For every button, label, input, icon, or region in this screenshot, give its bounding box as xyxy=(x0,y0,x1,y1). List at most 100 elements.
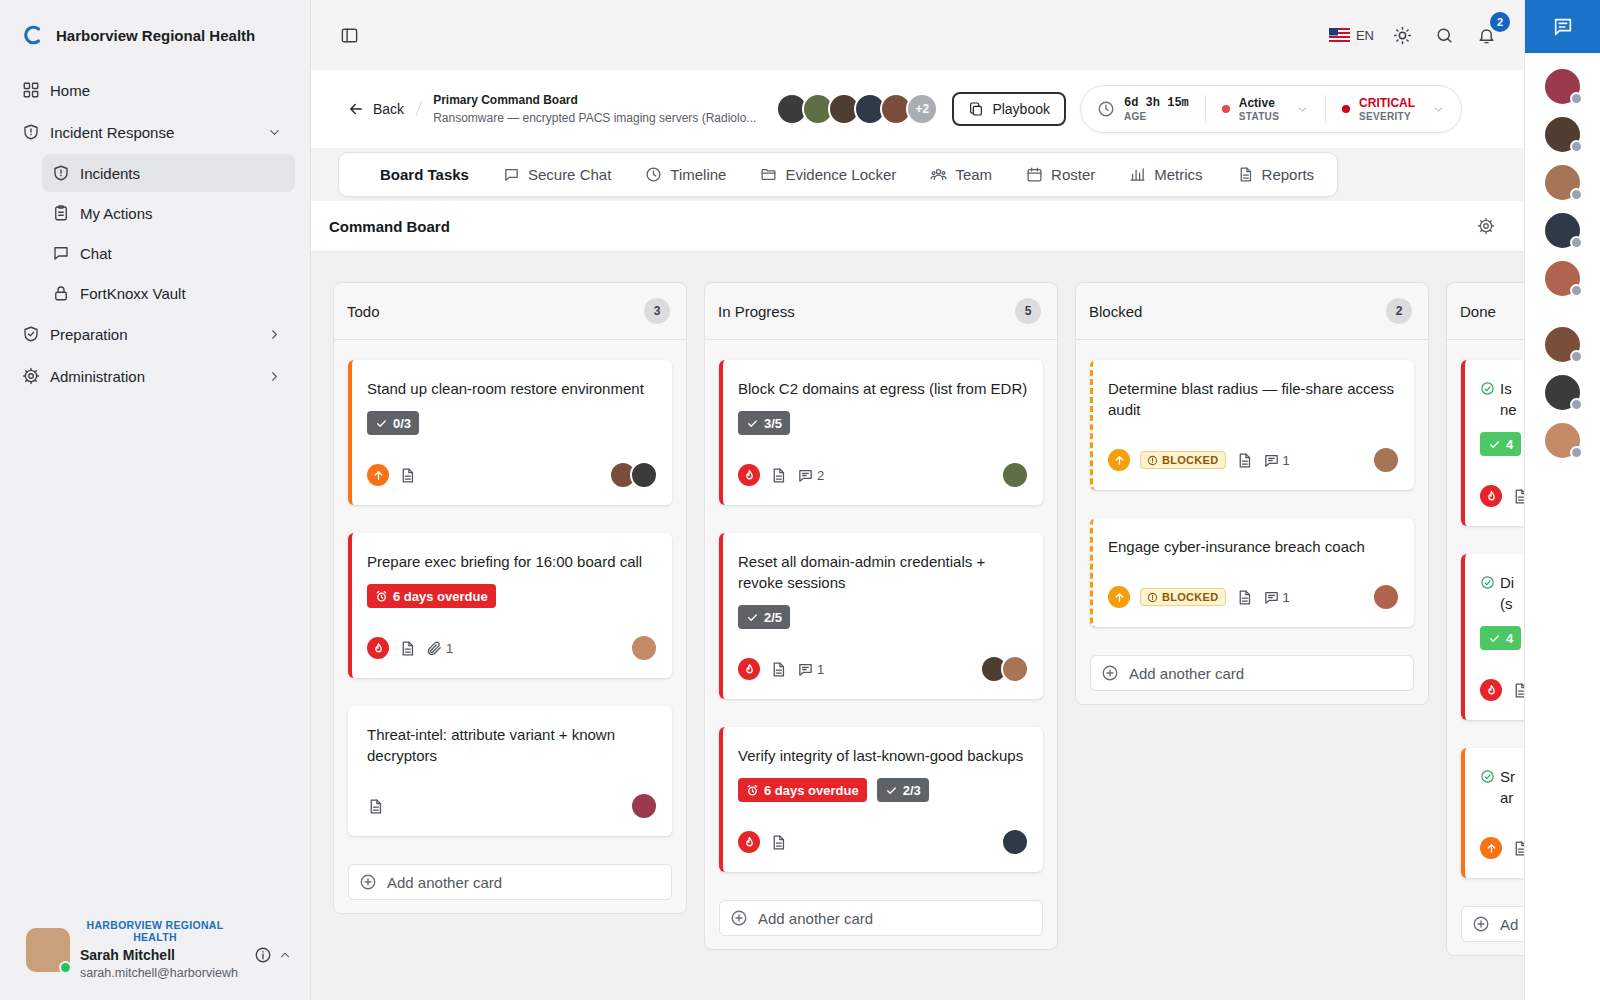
user-card[interactable]: HARBORVIEW REGIONAL HEALTH Sarah Mitchel… xyxy=(0,919,310,1000)
sidebar-label: Incidents xyxy=(80,165,140,182)
tab[interactable]: Timeline xyxy=(628,157,743,192)
home-icon xyxy=(22,81,40,99)
logo-icon xyxy=(22,24,44,46)
sidebar-item[interactable]: Home xyxy=(10,70,300,110)
card-title: Block C2 domains at egress (list from ED… xyxy=(738,378,1029,399)
task-card[interactable]: Block C2 domains at egress (list from ED… xyxy=(719,360,1043,505)
doc-icon xyxy=(770,467,787,484)
arrow-up-icon xyxy=(372,469,385,482)
shield-check-icon xyxy=(22,325,40,343)
task-card[interactable]: Verify integrity of last-known-good back… xyxy=(719,727,1043,872)
notifications-button[interactable]: 2 xyxy=(1472,21,1500,49)
chat-toggle[interactable] xyxy=(1525,0,1600,53)
presence-rail xyxy=(1524,0,1600,1000)
card-title: Stand up clean-room restore environment xyxy=(367,378,658,399)
priority-indicator xyxy=(1108,586,1130,608)
tab[interactable]: Roster xyxy=(1009,157,1112,192)
card-assignees xyxy=(1008,461,1029,489)
sidebar-item[interactable]: Administration xyxy=(10,356,300,396)
playbook-button[interactable]: Playbook xyxy=(952,92,1066,126)
avatar[interactable] xyxy=(1001,828,1029,856)
status-select[interactable]: Active STATUS xyxy=(1222,96,1309,122)
board-settings-button[interactable] xyxy=(1472,212,1500,240)
user-avatar[interactable] xyxy=(1543,325,1582,364)
task-card[interactable]: Threat-intel: attribute variant + known … xyxy=(348,706,672,836)
more-members[interactable]: +2 xyxy=(906,93,938,125)
avatar[interactable] xyxy=(630,792,658,820)
presence-dot xyxy=(1570,446,1583,459)
info-icon xyxy=(254,946,272,964)
tabs: Board Tasks Secure Chat Timeline Evidenc… xyxy=(338,152,1338,197)
tab[interactable]: Metrics xyxy=(1112,157,1219,192)
tab[interactable]: Team xyxy=(913,157,1009,192)
sidebar-item[interactable]: Preparation xyxy=(10,314,300,354)
comment-icon xyxy=(797,661,814,678)
sidebar-toggle[interactable] xyxy=(335,21,363,49)
board-column: Blocked 2 Determine blast radius — file-… xyxy=(1075,282,1429,705)
avatar[interactable] xyxy=(1001,655,1029,683)
user-avatar[interactable] xyxy=(1543,163,1582,202)
notification-badge: 2 xyxy=(1490,12,1510,32)
task-card[interactable]: Prepare exec briefing for 16:00 board ca… xyxy=(348,533,672,678)
column-title: Blocked xyxy=(1089,303,1142,320)
breadcrumb: Primary Command Board Ransomware — encry… xyxy=(433,93,756,125)
task-card[interactable]: Srar xyxy=(1461,748,1524,878)
comment-count: 1 xyxy=(797,661,824,678)
tab[interactable]: Evidence Locker xyxy=(743,157,913,192)
add-card-button[interactable]: Add another card xyxy=(348,864,672,900)
sidebar-item[interactable]: Incident Response xyxy=(10,112,300,152)
avatar[interactable] xyxy=(1001,461,1029,489)
clock-icon xyxy=(1097,100,1115,118)
card-list: Block C2 domains at egress (list from ED… xyxy=(705,340,1057,900)
card-footer: BLOCKED 1 xyxy=(1108,583,1400,611)
column-title: Done xyxy=(1460,303,1496,320)
check-icon xyxy=(375,417,388,430)
task-card[interactable]: Determine blast radius — file-share acce… xyxy=(1090,360,1414,490)
avatar[interactable] xyxy=(1372,446,1400,474)
tab[interactable]: Reports xyxy=(1220,157,1332,192)
back-button[interactable]: Back xyxy=(347,100,404,118)
user-avatar[interactable] xyxy=(1543,373,1582,412)
sidebar-subitem[interactable]: Incidents xyxy=(42,154,295,192)
task-card[interactable]: Reset all domain-admin credentials + rev… xyxy=(719,533,1043,699)
user-info: HARBORVIEW REGIONAL HEALTH Sarah Mitchel… xyxy=(80,919,292,980)
add-card-button[interactable]: Add another card xyxy=(719,900,1043,936)
card-badges: 4 xyxy=(1480,432,1524,456)
tab[interactable]: Secure Chat xyxy=(486,157,628,192)
flame-icon xyxy=(743,663,756,676)
brand[interactable]: Harborview Regional Health xyxy=(0,0,310,70)
avatar[interactable] xyxy=(1372,583,1400,611)
task-card[interactable]: Di(s 4 xyxy=(1461,554,1524,720)
theme-button[interactable] xyxy=(1388,21,1416,49)
add-card-button[interactable]: Ad xyxy=(1461,906,1524,942)
avatar[interactable] xyxy=(630,634,658,662)
card-footer: 1 xyxy=(738,655,1029,683)
severity-select[interactable]: CRITICAL SEVERITY xyxy=(1342,96,1445,122)
flame-icon xyxy=(1485,684,1498,697)
board-column: Done Isne 4 Di(s 4 Srar Ad xyxy=(1446,282,1524,956)
user-avatar[interactable] xyxy=(1543,211,1582,250)
tab[interactable]: Board Tasks xyxy=(345,157,486,192)
member-avatars[interactable]: +2 xyxy=(776,93,938,125)
language-button[interactable]: EN xyxy=(1329,28,1374,43)
user-email: sarah.mitchell@harborviewh xyxy=(80,966,292,980)
column-count: 2 xyxy=(1386,298,1412,324)
doc-icon xyxy=(1512,840,1524,857)
user-avatar[interactable] xyxy=(1543,115,1582,154)
sidebar-subitem[interactable]: Chat xyxy=(42,234,295,272)
user-avatar[interactable] xyxy=(1543,67,1582,106)
column-header: Blocked 2 xyxy=(1076,283,1428,340)
task-card[interactable]: Isne 4 xyxy=(1461,360,1524,526)
plus-circle-icon xyxy=(359,873,377,891)
avatar[interactable] xyxy=(630,461,658,489)
add-card-button[interactable]: Add another card xyxy=(1090,655,1414,691)
search-button[interactable] xyxy=(1430,21,1458,49)
user-avatar[interactable] xyxy=(1543,259,1582,298)
board-name: Primary Command Board xyxy=(433,93,756,107)
presence-dot xyxy=(1570,92,1583,105)
task-card[interactable]: Stand up clean-room restore environment … xyxy=(348,360,672,505)
sidebar-subitem[interactable]: FortKnoxx Vault xyxy=(42,274,295,312)
task-card[interactable]: Engage cyber-insurance breach coach BLOC… xyxy=(1090,518,1414,627)
user-avatar[interactable] xyxy=(1543,421,1582,460)
sidebar-subitem[interactable]: My Actions xyxy=(42,194,295,232)
